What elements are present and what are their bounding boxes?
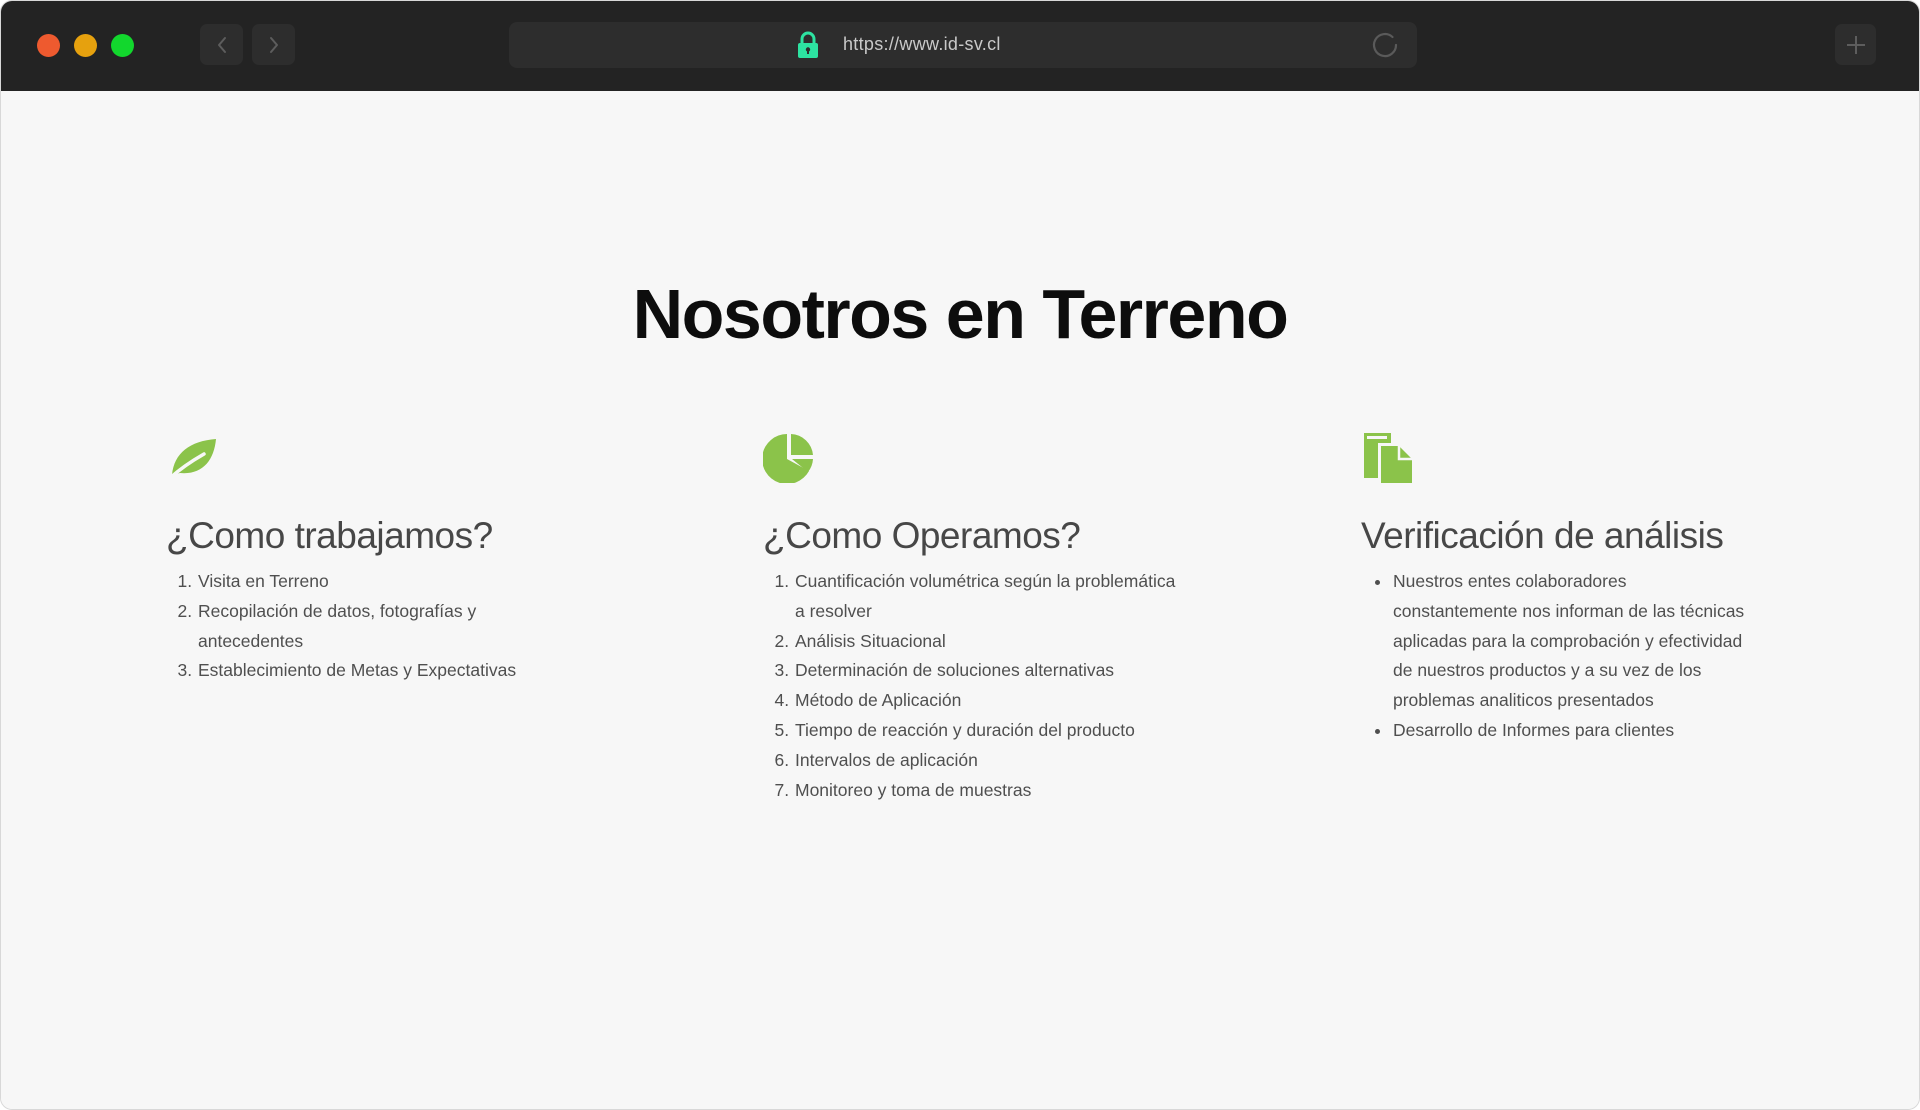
new-tab-button[interactable] [1835, 24, 1876, 65]
list-item: Tiempo de reacción y duración del produc… [794, 716, 1183, 746]
feature-column-operamos: ¿Como Operamos? Cuantificación volumétri… [763, 431, 1183, 805]
feature-column-trabajamos: ¿Como trabajamos? Visita en Terreno Reco… [166, 431, 586, 686]
list-item: Cuantificación volumétrica según la prob… [794, 567, 1183, 627]
column-list: Visita en Terreno Recopilación de datos,… [166, 567, 586, 686]
list-item: Determinación de soluciones alternativas [794, 656, 1183, 686]
list-item: Desarrollo de Informes para clientes [1392, 716, 1751, 746]
column-list: Nuestros entes colaboradores constanteme… [1361, 567, 1751, 746]
leaf-icon [168, 439, 216, 480]
page-title: Nosotros en Terreno [632, 275, 1289, 353]
column-list: Cuantificación volumétrica según la prob… [763, 567, 1183, 805]
pie-chart-icon [763, 434, 813, 483]
list-item: Método de Aplicación [794, 686, 1183, 716]
browser-toolbar: https://www.id-sv.cl [1, 1, 1919, 91]
feature-column-verificacion: Verificación de análisis Nuestros entes … [1361, 431, 1751, 746]
list-item: Nuestros entes colaboradores constanteme… [1392, 567, 1751, 716]
url-text[interactable]: https://www.id-sv.cl [843, 34, 1001, 55]
column-heading: Verificación de análisis [1361, 515, 1724, 556]
chevron-right-icon [269, 36, 278, 53]
list-item: Recopilación de datos, fotografías y ant… [197, 597, 586, 657]
reload-icon[interactable] [1371, 31, 1399, 59]
page-content: Nosotros en Terreno ¿Como trabajamos? Vi… [1, 91, 1919, 1109]
maximize-window-button[interactable] [111, 34, 134, 57]
browser-window: https://www.id-sv.cl Nosotros en Terreno… [0, 0, 1920, 1110]
list-item: Visita en Terreno [197, 567, 586, 597]
documents-icon [1364, 433, 1412, 483]
minimize-window-button[interactable] [74, 34, 97, 57]
lock-icon [798, 31, 818, 58]
list-item: Establecimiento de Metas y Expectativas [197, 656, 586, 686]
list-item: Monitoreo y toma de muestras [794, 776, 1183, 806]
close-window-button[interactable] [37, 34, 60, 57]
plus-icon [1846, 35, 1865, 54]
forward-button[interactable] [252, 24, 295, 65]
chevron-left-icon [217, 36, 226, 53]
list-item: Intervalos de aplicación [794, 746, 1183, 776]
column-heading: ¿Como Operamos? [763, 515, 1081, 556]
list-item: Análisis Situacional [794, 627, 1183, 657]
address-bar[interactable]: https://www.id-sv.cl [509, 22, 1417, 68]
column-heading: ¿Como trabajamos? [166, 515, 493, 556]
back-button[interactable] [200, 24, 243, 65]
